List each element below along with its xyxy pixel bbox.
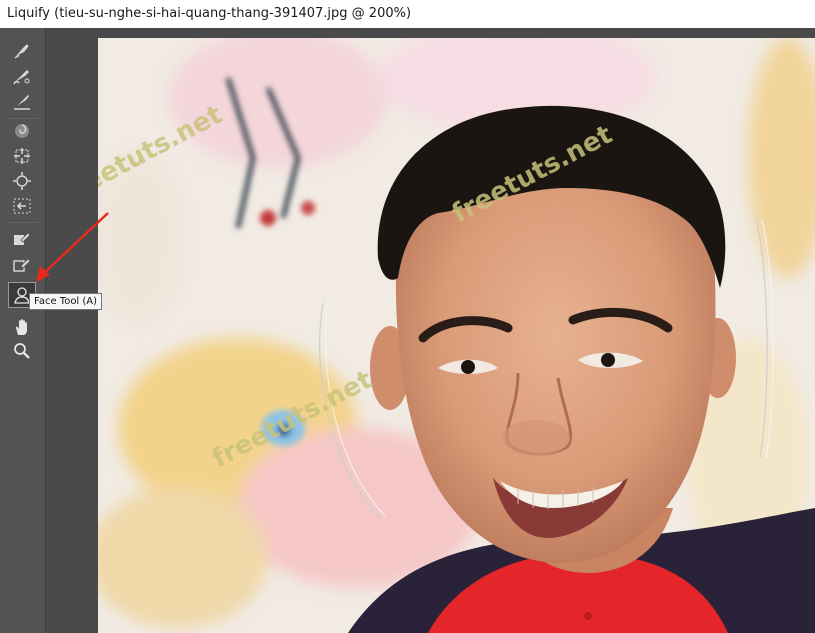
- forward-warp-tool[interactable]: [8, 38, 36, 62]
- window-title: Liquify (tieu-su-nghe-si-hai-quang-thang…: [7, 6, 412, 21]
- bloat-tool[interactable]: [8, 169, 36, 193]
- bloat-icon: [13, 172, 31, 190]
- face-tool-tooltip: Face Tool (A): [29, 293, 103, 310]
- push-left-icon: [13, 198, 31, 214]
- push-left-tool[interactable]: [8, 194, 36, 218]
- smooth-icon: [14, 95, 30, 110]
- twirl-clockwise-icon: [15, 124, 29, 138]
- window-titlebar: Liquify (tieu-su-nghe-si-hai-quang-thang…: [0, 0, 815, 28]
- zoom-tool[interactable]: [8, 339, 36, 363]
- pucker-tool[interactable]: [8, 144, 36, 168]
- hand-icon: [15, 319, 27, 335]
- smooth-tool[interactable]: [8, 90, 36, 114]
- thaw-mask-icon: [13, 258, 31, 272]
- reconstruct-icon: [13, 70, 30, 85]
- hand-tool[interactable]: [8, 315, 36, 339]
- reconstruct-tool[interactable]: [8, 64, 36, 88]
- liquify-workspace: freetuts.net freetuts.net freetuts.net: [0, 28, 815, 633]
- liquify-toolbar: [0, 28, 46, 633]
- toolbar-divider: [6, 222, 38, 223]
- freeze-mask-tool[interactable]: [8, 226, 36, 250]
- image-canvas[interactable]: freetuts.net freetuts.net freetuts.net: [98, 38, 815, 633]
- forward-warp-icon: [14, 44, 29, 59]
- zoom-icon: [14, 343, 30, 359]
- pucker-icon: [14, 148, 30, 164]
- freeze-mask-icon: [14, 232, 31, 245]
- portrait-photo: freetuts.net freetuts.net freetuts.net: [98, 38, 815, 633]
- thaw-mask-tool[interactable]: [8, 252, 36, 276]
- twirl-clockwise-tool[interactable]: [8, 119, 36, 143]
